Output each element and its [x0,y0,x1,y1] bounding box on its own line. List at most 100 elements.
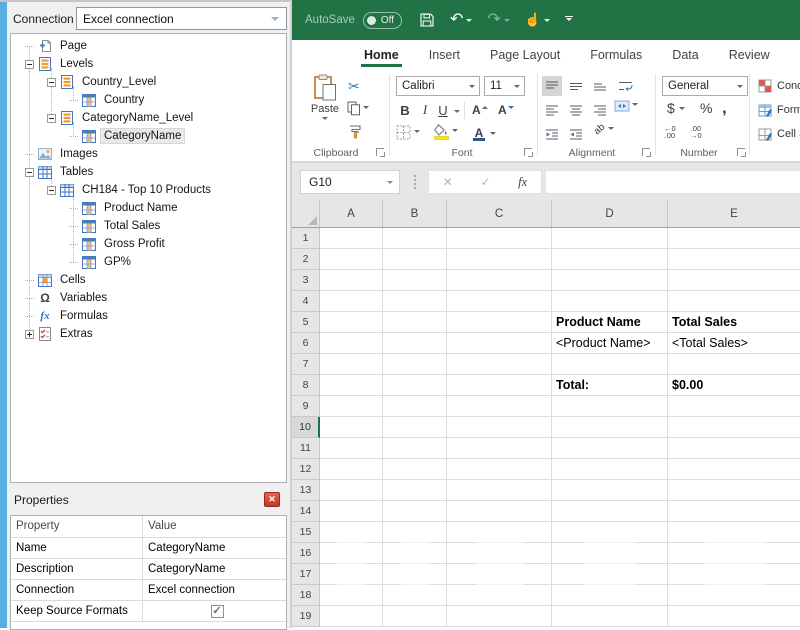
cell-E12[interactable] [668,459,800,480]
number-format-dropdown[interactable]: General [662,76,748,96]
name-box[interactable]: G10 [300,170,400,194]
row-header-3[interactable]: 3 [292,270,320,291]
cell-A19[interactable] [320,606,383,627]
cell-C13[interactable] [447,480,552,501]
tree-item-page[interactable]: Page [11,37,286,55]
cell-C7[interactable] [447,354,552,375]
collapse-icon[interactable] [47,78,56,87]
cell-B10[interactable] [383,417,447,438]
tree-item-tables[interactable]: Tables [11,163,286,181]
cell-A17[interactable] [320,564,383,585]
property-value[interactable]: Excel connection [143,580,286,600]
cell-A18[interactable] [320,585,383,606]
chevron-down-icon[interactable] [454,110,460,116]
column-header-c[interactable]: C [447,200,552,227]
row-header-2[interactable]: 2 [292,249,320,270]
property-value[interactable]: ✓ [143,601,286,621]
cell-A5[interactable] [320,312,383,333]
enter-icon[interactable]: ✓ [480,175,490,189]
cell-C8[interactable] [447,375,552,396]
cell-C12[interactable] [447,459,552,480]
cell-E19[interactable] [668,606,800,627]
number-dialog-launcher-icon[interactable] [737,148,745,156]
tree-item-gp-[interactable]: GP% [11,253,286,271]
column-header-a[interactable]: A [320,200,383,227]
collapse-icon[interactable] [25,168,34,177]
row-header-9[interactable]: 9 [292,396,320,417]
align-bottom-button[interactable] [590,76,610,96]
cell-E7[interactable] [668,354,800,375]
wrap-text-button[interactable] [614,76,636,96]
cell-B4[interactable] [383,291,447,312]
cell-E15[interactable] [668,522,800,543]
formula-input[interactable] [545,170,800,194]
cell-E8[interactable]: $0.00 [668,375,800,396]
connection-dropdown[interactable]: Excel connection [76,7,287,30]
row-header-4[interactable]: 4 [292,291,320,312]
tree-item-gross-profit[interactable]: Gross Profit [11,235,286,253]
cell-B7[interactable] [383,354,447,375]
cell-styles-button[interactable]: Cell Styles [758,127,800,141]
collapse-icon[interactable] [25,60,34,69]
cell-B12[interactable] [383,459,447,480]
row-header-19[interactable]: 19 [292,606,320,627]
cell-B14[interactable] [383,501,447,522]
cell-D3[interactable] [552,270,668,291]
tree-item-categoryname-level[interactable]: CategoryName_Level [11,109,286,127]
cell-D7[interactable] [552,354,668,375]
italic-button[interactable]: I [419,101,431,119]
cell-B17[interactable] [383,564,447,585]
cell-B18[interactable] [383,585,447,606]
cell-D12[interactable] [552,459,668,480]
column-header-e[interactable]: E [668,200,800,227]
row-header-8[interactable]: 8 [292,375,320,396]
cell-A6[interactable] [320,333,383,354]
alignment-dialog-launcher-icon[interactable] [642,148,650,156]
shrink-font-button[interactable]: A [498,101,514,119]
bold-button[interactable]: B [398,101,412,119]
font-size-dropdown[interactable]: 11 [484,76,525,96]
tree-item-ch184-top-10-products[interactable]: CH184 - Top 10 Products [11,181,286,199]
row-header-16[interactable]: 16 [292,543,320,564]
copy-button[interactable] [347,101,369,116]
select-all-corner[interactable] [292,200,320,227]
tree-item-variables[interactable]: ΩVariables [11,289,286,307]
cell-E13[interactable] [668,480,800,501]
cell-A12[interactable] [320,459,383,480]
row-header-7[interactable]: 7 [292,354,320,375]
cell-D14[interactable] [552,501,668,522]
cell-E11[interactable] [668,438,800,459]
tree-item-product-name[interactable]: Product Name [11,199,286,217]
cell-A11[interactable] [320,438,383,459]
font-name-dropdown[interactable]: Calibri [396,76,480,96]
format-painter-button[interactable] [348,124,363,139]
cell-A13[interactable] [320,480,383,501]
cell-B19[interactable] [383,606,447,627]
formula-bar-handle[interactable] [414,175,416,189]
tree-item-formulas[interactable]: fxFormulas [11,307,286,325]
cell-A3[interactable] [320,270,383,291]
underline-button[interactable]: U [436,101,450,119]
cell-A2[interactable] [320,249,383,270]
row-header-6[interactable]: 6 [292,333,320,354]
row-header-5[interactable]: 5 [292,312,320,333]
collapse-icon[interactable] [47,186,56,195]
align-right-button[interactable] [590,100,610,120]
cell-E1[interactable] [668,228,800,249]
cell-C17[interactable] [447,564,552,585]
row-header-1[interactable]: 1 [292,228,320,249]
cell-C11[interactable] [447,438,552,459]
conditional-formatting-button[interactable]: Conditional Formatting [758,79,800,93]
cell-E4[interactable] [668,291,800,312]
cell-D4[interactable] [552,291,668,312]
row-header-18[interactable]: 18 [292,585,320,606]
expand-icon[interactable] [25,330,34,339]
cell-D11[interactable] [552,438,668,459]
cell-C1[interactable] [447,228,552,249]
cell-E6[interactable]: <Total Sales> [668,333,800,354]
checkbox-checked-icon[interactable]: ✓ [211,605,224,618]
cell-E3[interactable] [668,270,800,291]
cell-D13[interactable] [552,480,668,501]
collapse-icon[interactable] [47,114,56,123]
cell-E5[interactable]: Total Sales [668,312,800,333]
